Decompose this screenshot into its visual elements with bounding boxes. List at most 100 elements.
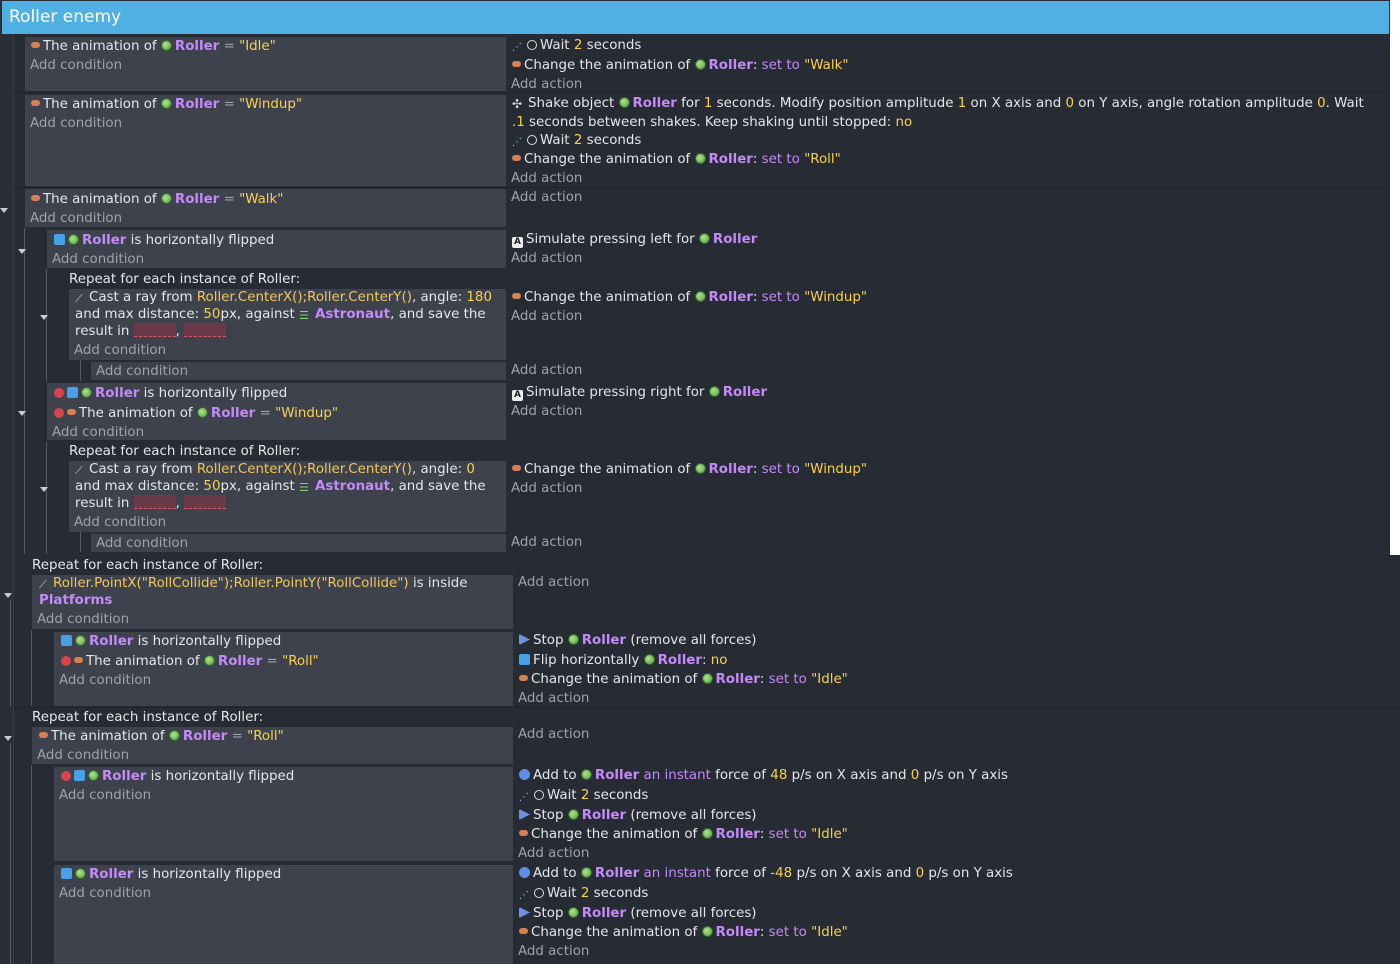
animation-icon [31, 100, 40, 106]
event-2-action-anim[interactable]: Change the animation of Roller: set to "… [512, 150, 841, 169]
add-action-button[interactable]: Add action [518, 725, 589, 744]
add-action-button[interactable]: Add action [511, 307, 582, 326]
repeat-header[interactable]: Repeat for each instance of Roller: [69, 270, 300, 289]
sparkle-icon: ⋰ [512, 137, 522, 148]
subevent-3b-condition-2[interactable]: The animation of Roller = "Windup" [54, 404, 338, 423]
add-action-button[interactable]: Add action [518, 573, 589, 592]
add-action-button[interactable]: Add action [518, 844, 589, 863]
roller-object-icon [643, 654, 655, 665]
group-header[interactable]: Roller enemy [2, 1, 1389, 34]
repeat-header[interactable]: Repeat for each instance of Roller: [32, 556, 263, 575]
repeat-header[interactable]: Repeat for each instance of Roller: [69, 442, 300, 461]
subevent-3b-action[interactable]: A Simulate pressing right for Roller [512, 383, 767, 402]
animation-icon [519, 928, 528, 934]
roller-object-icon [694, 59, 706, 70]
add-action-button[interactable]: Add action [511, 479, 582, 498]
add-action-button[interactable]: Add action [518, 942, 589, 961]
repeat-header[interactable]: Repeat for each instance of Roller: [32, 708, 263, 727]
add-condition-button[interactable]: Add condition [37, 746, 129, 765]
animation-icon [519, 675, 528, 681]
animation-icon [39, 732, 48, 738]
roller-object-icon [160, 98, 172, 109]
subevent-5a-action-anim[interactable]: Change the animation of Roller: set to "… [519, 825, 848, 844]
event-5-condition[interactable]: The animation of Roller = "Roll" [39, 727, 284, 746]
animation-icon [74, 657, 83, 663]
animation-icon [31, 195, 40, 201]
add-condition-button[interactable]: Add condition [59, 786, 151, 805]
add-action-button[interactable]: Add action [511, 188, 582, 207]
collapse-arrow[interactable] [4, 736, 12, 741]
subevent-4a-condition-2[interactable]: The animation of Roller = "Roll" [61, 652, 319, 671]
add-action-button[interactable]: Add action [511, 169, 582, 188]
add-action-button[interactable]: Add action [511, 533, 582, 552]
subevent-3b-condition-1[interactable]: Roller is horizontally flipped [54, 384, 287, 403]
subevent-5a-action-wait[interactable]: ⋰ Wait 2 seconds [519, 786, 648, 805]
collapse-arrow[interactable] [0, 208, 8, 213]
collapse-arrow[interactable] [18, 249, 26, 254]
add-action-button[interactable]: Add action [518, 689, 589, 708]
subevent-4a-condition-1[interactable]: Roller is horizontally flipped [61, 632, 281, 651]
repeat-3b-action[interactable]: Change the animation of Roller: set to "… [512, 460, 867, 479]
add-condition-button[interactable]: Add condition [96, 362, 188, 381]
subevent-4a-action-flip[interactable]: Flip horizontally Roller: no [519, 651, 727, 670]
add-condition-button[interactable]: Add condition [96, 534, 188, 553]
add-condition-button[interactable]: Add condition [59, 884, 151, 903]
wait-icon [527, 135, 537, 145]
subevent-4a-action-anim[interactable]: Change the animation of Roller: set to "… [519, 670, 848, 689]
event-3-condition[interactable]: The animation of Roller = "Walk" [31, 190, 283, 209]
animation-icon [519, 830, 528, 836]
subevent-3a-action[interactable]: A Simulate pressing left for Roller [512, 230, 757, 249]
collapse-arrow[interactable] [4, 593, 12, 598]
add-condition-button[interactable]: Add condition [30, 56, 122, 75]
subevent-3a-condition[interactable]: Roller is horizontally flipped [54, 231, 274, 250]
add-condition-button[interactable]: Add condition [52, 250, 144, 269]
separator [14, 92, 1390, 93]
animation-icon [512, 155, 521, 161]
event-2-action-shake[interactable]: ✣ Shake object Roller for 1 seconds. Modi… [512, 94, 1372, 132]
add-condition-button[interactable]: Add condition [74, 513, 166, 532]
subevent-5b-action-wait[interactable]: ⋰ Wait 2 seconds [519, 884, 648, 903]
flip-icon [61, 868, 72, 879]
subevent-5b-condition[interactable]: Roller is horizontally flipped [61, 865, 281, 884]
add-condition-button[interactable]: Add condition [74, 341, 166, 360]
add-action-button[interactable]: Add action [511, 361, 582, 380]
event-1-action-wait[interactable]: ⋰ Wait 2 seconds [512, 36, 641, 55]
subevent-5b-action-anim[interactable]: Change the animation of Roller: set to "… [519, 923, 848, 942]
tree-line [10, 743, 11, 964]
add-condition-button[interactable]: Add condition [30, 114, 122, 133]
event-2-condition[interactable]: The animation of Roller = "Windup" [31, 95, 302, 114]
subevent-5b-action-stop[interactable]: Stop Roller (remove all forces) [519, 904, 757, 923]
event-1-condition[interactable]: The animation of Roller = "Idle" [31, 37, 276, 56]
empty-variable-slot[interactable] [133, 323, 176, 337]
collapse-arrow[interactable] [18, 411, 26, 416]
raycast-condition[interactable]: ⟋ Cast a ray from Roller.CenterX();Roller… [75, 289, 500, 340]
add-condition-button[interactable]: Add condition [37, 610, 129, 629]
empty-variable-slot[interactable] [184, 495, 227, 509]
sparkle-icon: ⋰ [519, 792, 529, 803]
empty-variable-slot[interactable] [133, 495, 176, 509]
add-action-button[interactable]: Add action [511, 249, 582, 268]
event-2-action-wait[interactable]: ⋰ Wait 2 seconds [512, 131, 641, 150]
subevent-4a-action-stop[interactable]: Stop Roller (remove all forces) [519, 631, 757, 650]
add-condition-button[interactable]: Add condition [59, 671, 151, 690]
empty-variable-slot[interactable] [184, 323, 227, 337]
invert-icon [54, 408, 64, 418]
subevent-5a-action-force[interactable]: Add to Roller an instant force of 48 p/s… [519, 766, 1008, 785]
subevent-5a-condition[interactable]: Roller is horizontally flipped [61, 767, 294, 786]
repeat-3a-action[interactable]: Change the animation of Roller: set to "… [512, 288, 867, 307]
subevent-5a-action-stop[interactable]: Stop Roller (remove all forces) [519, 806, 757, 825]
add-condition-button[interactable]: Add condition [30, 209, 122, 228]
point-inside-condition[interactable]: ⟋ Roller.PointX("RollCollide");Roller.Poi… [39, 575, 509, 609]
subevent-5b-action-force[interactable]: Add to Roller an instant force of -48 p/… [519, 864, 1013, 883]
events-sheet: Roller enemy The animation of Roller = "… [0, 0, 1400, 964]
roller-object-icon [567, 809, 579, 820]
roller-object-icon [68, 234, 79, 245]
add-condition-button[interactable]: Add condition [52, 423, 144, 442]
raycast-condition[interactable]: ⟋ Cast a ray from Roller.CenterX();Roller… [75, 461, 500, 512]
collapse-arrow[interactable] [40, 487, 48, 492]
event-1-action-anim[interactable]: Change the animation of Roller: set to "… [512, 56, 849, 75]
add-action-button[interactable]: Add action [511, 402, 582, 421]
stop-icon [519, 809, 530, 820]
collapse-arrow[interactable] [40, 315, 48, 320]
raycast-icon: ⟋ [75, 464, 83, 477]
